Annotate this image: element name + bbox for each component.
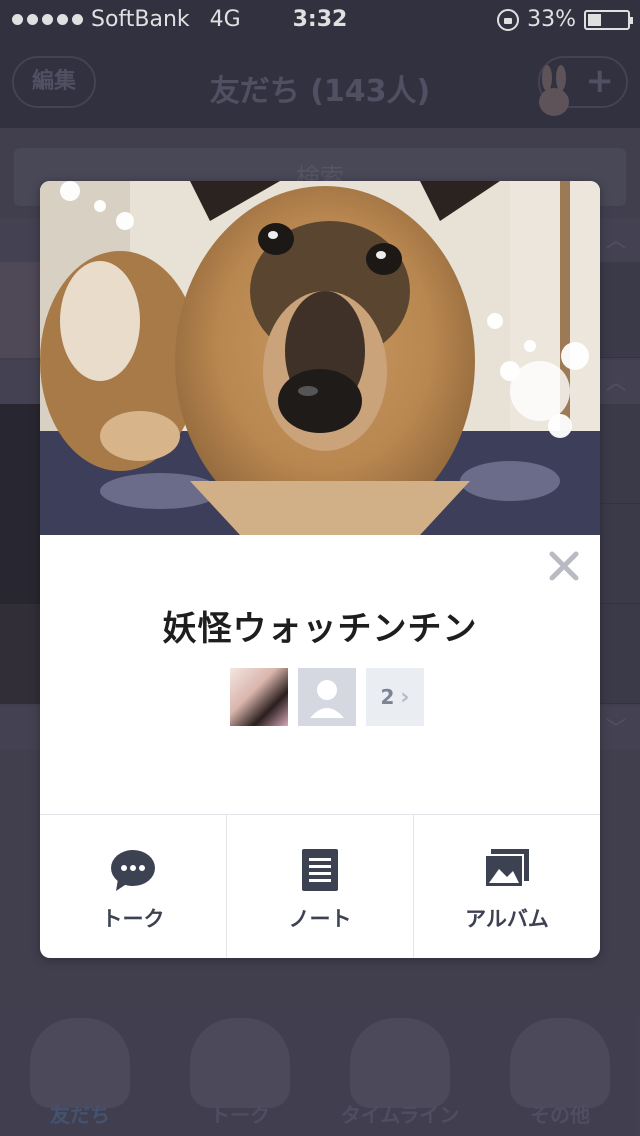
close-button[interactable] [544, 549, 584, 589]
note-button[interactable]: ノート [227, 815, 414, 958]
mutual-friends-row: 2 › [230, 668, 424, 726]
close-icon [549, 551, 579, 581]
chevron-right-icon: › [400, 684, 410, 710]
profile-popup: 妖怪ウォッチンチン 2 › トーク ノート アルバム [40, 181, 600, 958]
note-icon [302, 849, 338, 891]
more-friends-button[interactable]: 2 › [366, 668, 424, 726]
person-silhouette-icon [310, 680, 344, 718]
friend-avatar-default[interactable] [298, 668, 356, 726]
action-bar: トーク ノート アルバム [40, 814, 600, 958]
album-button[interactable]: アルバム [414, 815, 600, 958]
talk-button[interactable]: トーク [40, 815, 227, 958]
more-friends-count: 2 [380, 685, 395, 709]
chat-bubble-icon [111, 850, 155, 891]
profile-cover-photo [40, 181, 600, 535]
friend-avatar[interactable] [230, 668, 288, 726]
note-label: ノート [288, 907, 352, 931]
album-icon [485, 849, 529, 888]
dog-photo [40, 181, 600, 535]
profile-name: 妖怪ウォッチンチン [162, 609, 478, 649]
album-label: アルバム [465, 907, 549, 931]
talk-label: トーク [101, 907, 165, 931]
